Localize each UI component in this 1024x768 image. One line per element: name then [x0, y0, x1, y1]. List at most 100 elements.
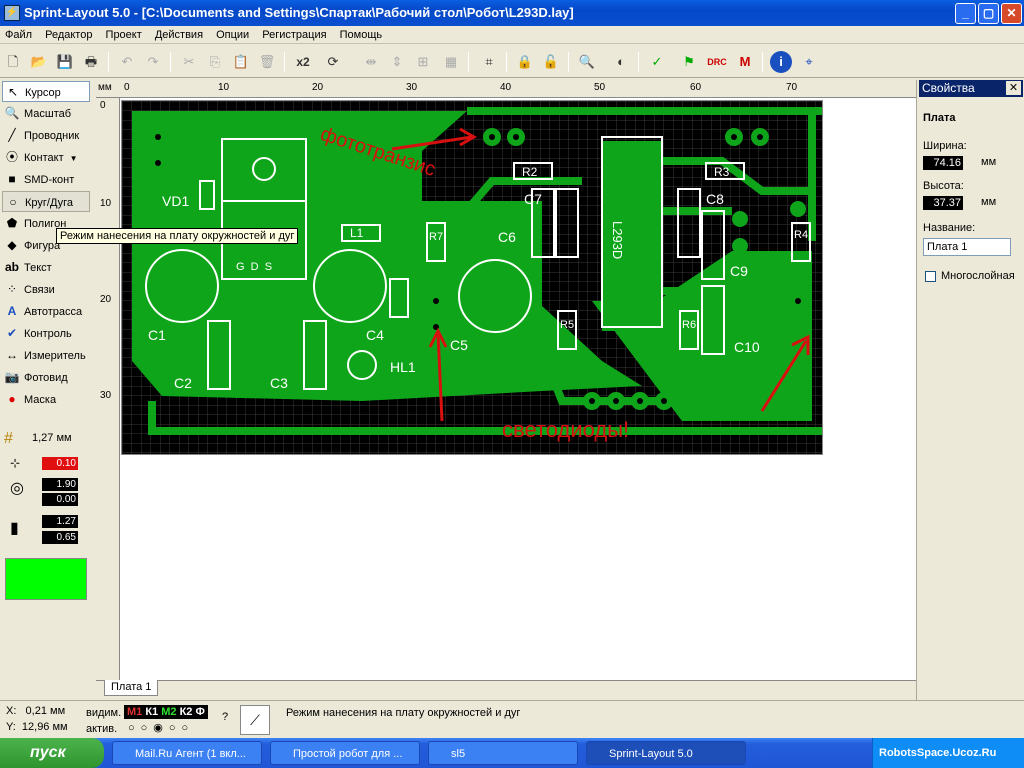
task-folder[interactable]: sl5 — [428, 741, 578, 765]
label-r4: R4 — [794, 229, 809, 241]
tool-autoroute[interactable]: A Автотрасса — [2, 301, 90, 322]
mirror-v-icon[interactable]: ⇕ — [386, 51, 408, 73]
ruler-tick: 0 — [124, 82, 130, 93]
unlock-icon[interactable]: 🔓 — [540, 51, 562, 73]
group-icon[interactable]: ▦ — [440, 51, 462, 73]
menu-project[interactable]: Проект — [101, 26, 147, 44]
delete-icon[interactable]: 🗑 — [256, 51, 278, 73]
new-file-icon[interactable]: 🗋 — [2, 51, 24, 73]
tool-smd[interactable]: ■ SMD-конт — [2, 169, 90, 190]
label-r2: R2 — [522, 165, 538, 179]
test-icon[interactable]: ✓ — [646, 51, 668, 73]
menu-edit[interactable]: Редактор — [40, 26, 97, 44]
mirror-h-icon[interactable]: ⇹ — [360, 51, 382, 73]
label-chip: L293D — [610, 221, 625, 260]
check-icon: ✔ — [6, 326, 18, 340]
tool-circle[interactable]: ○ Круг/Дуга — [2, 191, 90, 212]
tool-cursor[interactable]: ↖ Курсор — [2, 81, 90, 102]
smd-width-field[interactable]: 1.27 — [42, 515, 78, 528]
label-c9: C9 — [730, 263, 748, 279]
undo-icon[interactable]: ↶ — [116, 51, 138, 73]
task-browser[interactable]: Простой робот для ... — [270, 741, 420, 765]
ruler-tick: 20 — [100, 294, 112, 305]
toolbar-separator — [468, 52, 469, 72]
info-icon[interactable]: i — [770, 51, 792, 73]
print-icon[interactable]: 🖶 — [80, 51, 102, 73]
drc-icon[interactable]: DRC — [706, 51, 728, 73]
width-field[interactable]: 74.16 — [923, 156, 963, 170]
menu-actions[interactable]: Действия — [150, 26, 208, 44]
menu-registration[interactable]: Регистрация — [257, 26, 331, 44]
task-sprint-layout[interactable]: Sprint-Layout 5.0 — [586, 741, 746, 765]
save-icon[interactable]: 💾 — [54, 51, 76, 73]
visible-label: видим. — [86, 707, 122, 719]
tool-connections[interactable]: ⁘ Связи — [2, 279, 90, 300]
name-label: Название: — [923, 222, 976, 234]
height-unit: мм — [981, 196, 997, 208]
label-c6: C6 — [498, 229, 516, 245]
smd-height-field[interactable]: 0.65 — [42, 531, 78, 544]
ruler-tick: 70 — [786, 82, 798, 93]
multilayer-checkbox[interactable] — [925, 271, 936, 282]
height-field[interactable]: 37.37 — [923, 196, 963, 210]
menu-file[interactable]: Файл — [0, 26, 37, 44]
layer-f[interactable]: Ф — [196, 706, 205, 718]
zoom-icon[interactable]: 🔍 — [576, 51, 598, 73]
toolbar-separator — [284, 52, 285, 72]
pad-inner-field[interactable]: 0.00 — [42, 493, 78, 506]
label-hl1: HL1 — [390, 359, 416, 375]
close-button[interactable]: ✕ — [1001, 3, 1022, 24]
paste-icon[interactable]: 📋 — [230, 51, 252, 73]
lock-icon[interactable]: 🔒 — [514, 51, 536, 73]
layer-k1[interactable]: К1 — [145, 706, 158, 718]
duplicate-button[interactable]: x2 — [292, 51, 314, 73]
layer-k2[interactable]: К2 — [180, 706, 193, 718]
tool-text[interactable]: ab Текст — [2, 257, 90, 278]
layer-m2[interactable]: М2 — [161, 706, 176, 718]
open-file-icon[interactable]: 📂 — [28, 51, 50, 73]
track-width-field[interactable]: 0.10 — [42, 457, 78, 470]
start-button[interactable]: пуск — [0, 738, 104, 768]
coord-x: X: 0,21 мм — [6, 705, 66, 717]
pcb-board[interactable]: VD1 C1 C2 C3 C4 C5 C6 C7 C8 C9 C10 R2 R3… — [121, 100, 823, 455]
target-icon[interactable]: ⌖ — [798, 51, 820, 73]
tab-board-1[interactable]: Плата 1 — [104, 680, 159, 696]
maximize-button[interactable]: ▢ — [978, 3, 999, 24]
name-input[interactable]: Плата 1 — [923, 238, 1011, 256]
label-r5: R5 — [560, 319, 575, 331]
rotate-icon[interactable]: ⟳ — [322, 51, 344, 73]
macro-icon[interactable]: M — [734, 51, 756, 73]
tool-pad[interactable]: ⦿ Контакт ▼ — [2, 147, 90, 168]
ruler-tick: 20 — [312, 82, 324, 93]
tool-track[interactable]: ╱ Проводник — [2, 125, 90, 146]
layer-m1[interactable]: М1 — [127, 706, 142, 718]
ruler-left: 0 10 20 30 — [96, 98, 120, 680]
label-vd1: VD1 — [162, 193, 190, 209]
task-mailru[interactable]: Mail.Ru Агент (1 вкл... — [112, 741, 262, 765]
tool-mask[interactable]: ● Маска — [2, 389, 90, 410]
close-icon[interactable]: ✕ — [1006, 81, 1021, 95]
tool-measure[interactable]: ↔ Измеритель — [2, 345, 90, 366]
pad-outer-field[interactable]: 1.90 — [42, 478, 78, 491]
autoroute-icon[interactable]: ⚑ — [678, 51, 700, 73]
component-icon[interactable]: ⌗ — [478, 51, 500, 73]
layer-color-swatch[interactable] — [5, 558, 87, 600]
redo-icon[interactable]: ↷ — [142, 51, 164, 73]
tool-photoview[interactable]: 📷 Фотовид — [2, 367, 90, 388]
active-layer-radios[interactable]: ○○◉○○ — [128, 721, 194, 734]
grid-icon[interactable]: # — [4, 430, 13, 448]
align-icon[interactable]: ⊞ — [412, 51, 434, 73]
menu-options[interactable]: Опции — [211, 26, 254, 44]
tool-check[interactable]: ✔ Контроль — [2, 323, 90, 344]
copy-icon[interactable]: ⎘ — [204, 51, 226, 73]
system-tray: RobotsSpace.Ucoz.Ru — [872, 738, 1024, 768]
help-icon[interactable]: ? — [222, 711, 228, 723]
menu-help[interactable]: Помощь — [335, 26, 388, 44]
grid-value[interactable]: 1,27 мм — [32, 432, 72, 444]
minimize-button[interactable]: _ — [955, 3, 976, 24]
pad-size-icon: ◎ — [10, 480, 24, 497]
cut-icon[interactable]: ✂ — [178, 51, 200, 73]
transparency-icon[interactable]: ◐ — [610, 51, 632, 73]
mask-icon: ● — [8, 392, 16, 406]
tool-zoom[interactable]: 🔍 Масштаб — [2, 103, 90, 124]
